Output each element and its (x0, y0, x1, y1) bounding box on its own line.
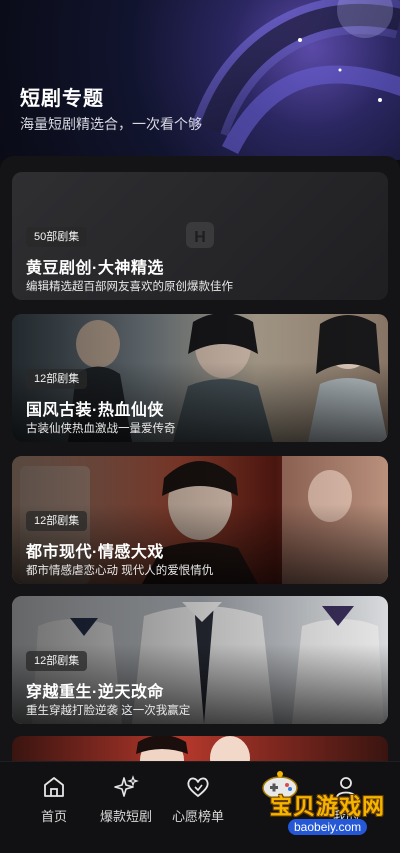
episode-count-badge: 12部剧集 (26, 369, 88, 389)
episode-count-badge: 50部剧集 (26, 227, 88, 247)
sparkle-icon (114, 775, 139, 797)
tab-wishlist[interactable]: 心愿榜单 (158, 774, 238, 825)
card-title: 穿越重生·逆天改命 (26, 684, 164, 701)
collection-card-4[interactable]: 12部剧集 穿越重生·逆天改命 重生穿越打脸逆袭 这一次我赢定 (12, 596, 388, 724)
tab-label: 心愿榜单 (171, 809, 224, 824)
watermark-url: baobeiy.com (288, 819, 368, 835)
collection-card-2[interactable]: 12部剧集 国风古装·热血仙侠 古装仙侠热血激战一量爱传奇 (12, 314, 388, 442)
brand-logo-icon: H (186, 222, 214, 248)
watermark-title: 宝贝游戏网 (270, 794, 386, 819)
episode-count-badge: 12部剧集 (26, 651, 88, 671)
home-icon (44, 777, 64, 797)
hero-header: 短剧专题 海量短剧精选合，一次看个够 (0, 0, 400, 160)
collection-list: H 50部剧集 黄豆剧创·大神精选 编辑精选超百部网友喜欢的原创爆款佳作 12部… (0, 156, 400, 853)
card-title: 国风古装·热血仙侠 (26, 402, 164, 419)
film-reel-art (191, 0, 400, 155)
svg-text:H: H (194, 229, 206, 246)
card-description: 都市情感虐恋心动 现代人的爱恨情仇 (26, 565, 214, 577)
tab-label: 爆款短剧 (99, 809, 152, 824)
collection-card-1[interactable]: H 50部剧集 黄豆剧创·大神精选 编辑精选超百部网友喜欢的原创爆款佳作 (12, 172, 388, 300)
card-description: 古装仙侠热血激战一量爱传奇 (26, 423, 176, 435)
card-title: 黄豆剧创·大神精选 (26, 260, 164, 277)
tab-home[interactable]: 首页 (14, 774, 94, 825)
tab-label: 首页 (40, 809, 67, 824)
card-description: 重生穿越打脸逆袭 这一次我赢定 (26, 705, 191, 717)
episode-count-badge: 12部剧集 (26, 511, 88, 531)
card-title: 都市现代·情感大戏 (26, 544, 164, 561)
page-subtitle: 海量短剧精选合，一次看个够 (20, 116, 202, 132)
card-description: 编辑精选超百部网友喜欢的原创爆款佳作 (26, 281, 233, 293)
bottom-tab-bar: 首页 爆款短剧 心愿榜单 我的 宝贝游戏网 baobeiy.com (0, 761, 400, 853)
collection-card-3[interactable]: 12部剧集 都市现代·情感大戏 都市情感虐恋心动 现代人的爱恨情仇 (12, 456, 388, 584)
heart-icon (187, 777, 209, 797)
page-title: 短剧专题 (20, 88, 104, 110)
tab-hot-dramas[interactable]: 爆款短剧 (86, 774, 166, 825)
site-watermark: 宝贝游戏网 baobeiy.com (262, 775, 392, 835)
